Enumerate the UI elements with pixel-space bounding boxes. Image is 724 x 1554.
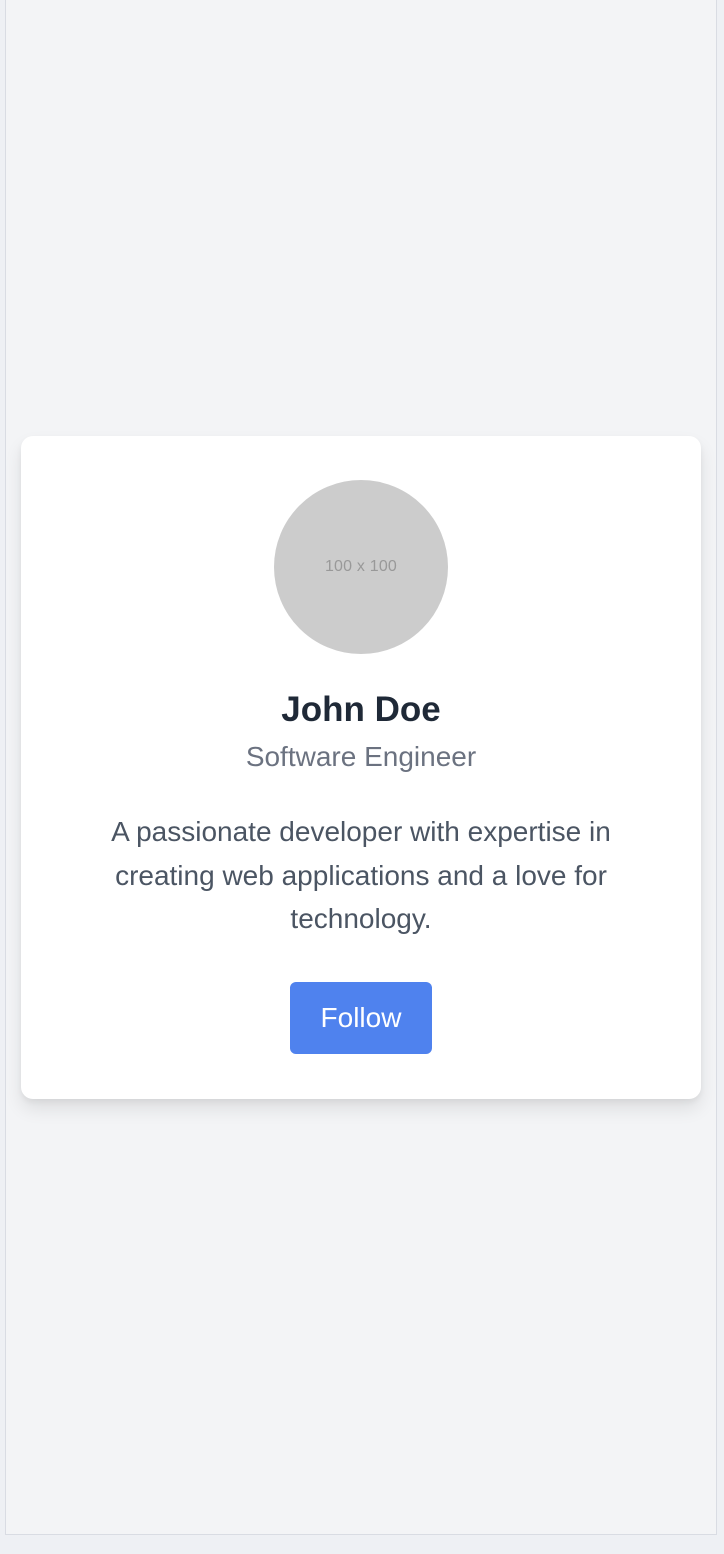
profile-bio: A passionate developer with expertise in…: [111, 816, 611, 934]
avatar: 100 x 100: [274, 480, 448, 654]
profile-card: 100 x 100 John Doe Software Engineer A p…: [21, 436, 701, 1099]
profile-title: Software Engineer: [245, 741, 477, 772]
page-viewport: 100 x 100 John Doe Software Engineer A p…: [5, 0, 717, 1535]
profile-name: John Doe: [281, 690, 441, 729]
avatar-placeholder-label: 100 x 100: [324, 558, 398, 575]
follow-button[interactable]: Follow: [290, 982, 432, 1054]
